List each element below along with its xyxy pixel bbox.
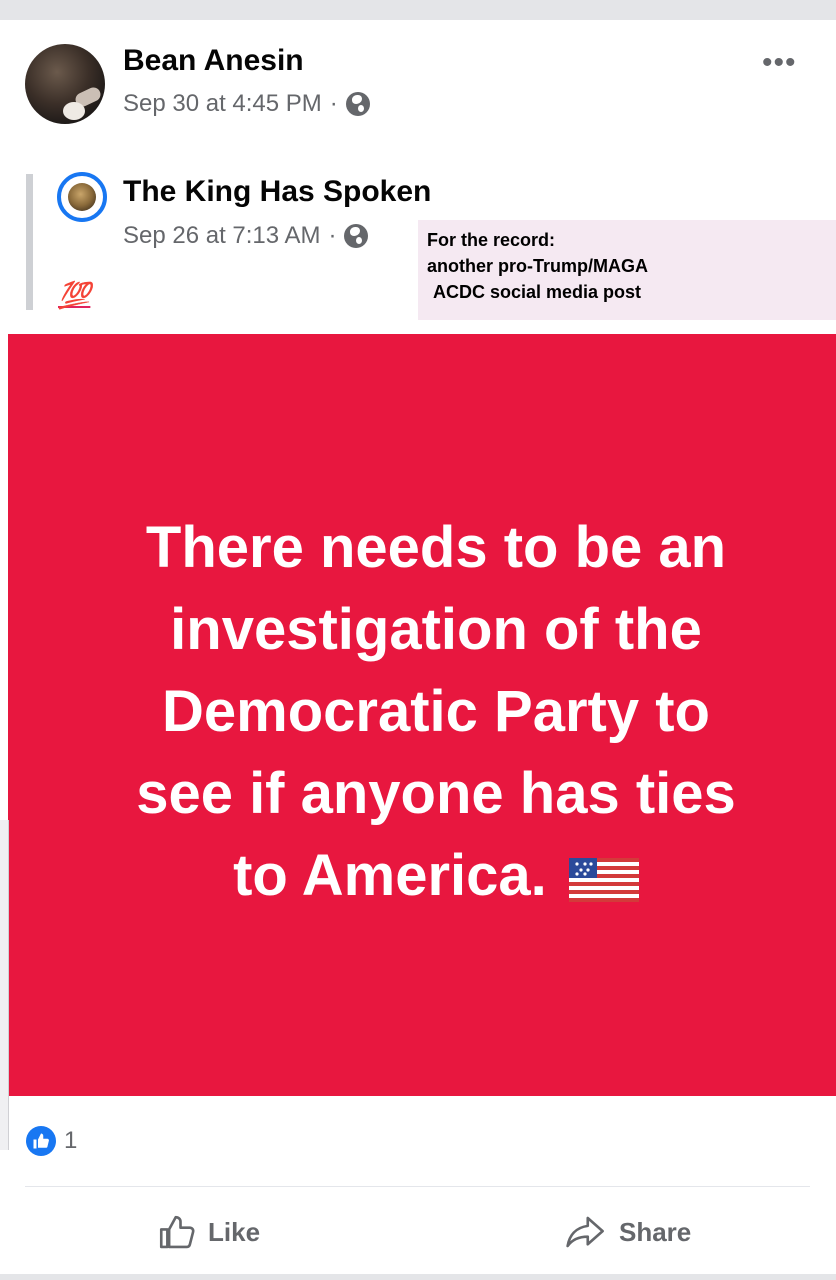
globe-icon — [345, 92, 370, 116]
annotation-note: For the record: another pro-Trump/MAGA A… — [418, 220, 836, 320]
reaction-count[interactable]: 1 — [64, 1127, 77, 1155]
shared-post-timestamp[interactable]: Sep 26 at 7:13 AM — [123, 222, 320, 250]
top-status-strip — [0, 0, 836, 20]
note-line-1: For the record: — [427, 230, 556, 250]
actions-divider — [25, 1186, 810, 1187]
bottom-strip — [0, 1274, 836, 1280]
post-meta: Sep 30 at 4:45 PM · — [123, 90, 370, 118]
meta-separator: · — [329, 90, 338, 117]
share-arrow-icon — [566, 1216, 604, 1248]
share-label: Share — [619, 1216, 692, 1247]
more-options-button[interactable]: ••• — [762, 46, 797, 80]
meme-text-line-4: see if anyone has ties — [136, 761, 736, 826]
meme-text-line-5-wrap: to America. — [8, 842, 836, 909]
post-timestamp[interactable]: Sep 30 at 4:45 PM — [123, 90, 322, 118]
like-label: Like — [208, 1216, 261, 1247]
meme-text-line-3: Democratic Party to — [162, 679, 710, 744]
side-panel-edge — [0, 820, 9, 1150]
meme-text-line-2: investigation of the — [170, 597, 702, 662]
shared-post-meta: Sep 26 at 7:13 AM · — [123, 222, 369, 250]
note-line-2: another pro-Trump/MAGA — [427, 256, 648, 276]
share-button[interactable]: Share — [563, 1210, 691, 1254]
like-reaction-icon[interactable] — [26, 1126, 56, 1156]
shared-post-indicator — [26, 174, 33, 310]
author-name[interactable]: Bean Anesin — [123, 44, 304, 78]
note-line-3: ACDC social media post — [433, 282, 642, 302]
page-avatar[interactable] — [57, 172, 107, 222]
meta-separator: · — [328, 222, 337, 249]
shared-page-name[interactable]: The King Has Spoken — [123, 175, 431, 209]
post-image[interactable]: There needs to be an investigation of th… — [8, 334, 836, 1096]
like-button[interactable]: Like — [156, 1210, 260, 1254]
meme-text-line-5: to America. — [233, 843, 547, 908]
globe-icon — [344, 224, 369, 248]
meme-text-line-1: There needs to be an — [145, 515, 727, 580]
us-flag-icon — [568, 857, 639, 902]
hundred-points-emoji: 💯 — [58, 280, 91, 310]
author-avatar[interactable] — [25, 44, 105, 124]
thumbs-up-icon — [159, 1215, 195, 1249]
